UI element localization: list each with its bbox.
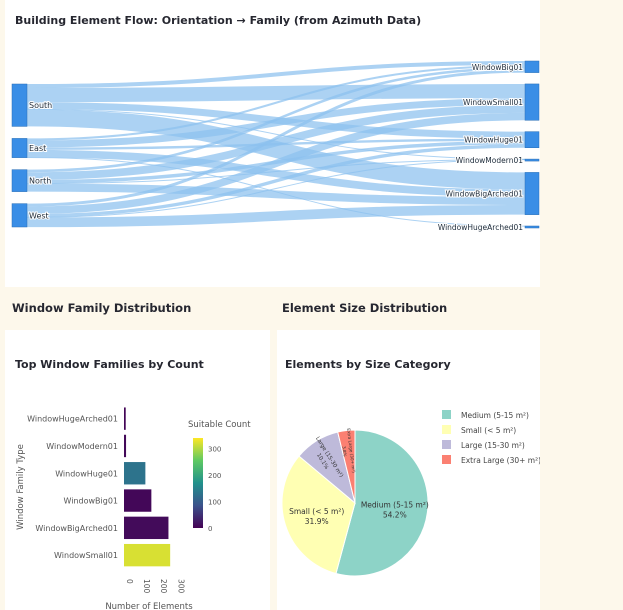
sankey-label-west: West	[29, 211, 49, 220]
colorbar-tick-300: 300	[208, 446, 221, 454]
sankey-label-windowhugearched01: WindowHugeArched01	[438, 223, 523, 232]
pie-percent-medium-5-15-m: 54.2%	[383, 510, 407, 519]
sankey-label-windowbig01: WindowBig01	[472, 63, 523, 72]
sankey-chart: South East North West WindowBig01 WindowSmall…	[11, 60, 540, 233]
pie-chart: Medium (5-15 m²)54.2%Small (< 5 m²)31.9%…	[281, 410, 540, 577]
colorbar-tick-0: 0	[208, 525, 212, 533]
sankey-label-south: South	[29, 101, 52, 110]
legend-swatch-extra-large-30-m	[442, 455, 451, 464]
sankey-node-west	[11, 203, 28, 228]
sankey-node-windowbigarched01	[524, 172, 540, 215]
bar-windowbig01	[124, 489, 152, 512]
sankey-link-south-windowsmall01	[26, 83, 526, 103]
sankey-node-north	[11, 169, 28, 192]
colorbar-tick-100: 100	[208, 499, 221, 507]
bar-windowmodern01	[124, 434, 127, 458]
bar-label-windowsmall01: WindowSmall01	[54, 551, 118, 560]
pie-card: Elements by Size Category Medium (5-15 m…	[277, 330, 540, 610]
pie-percent-small-5-m: 31.9%	[305, 517, 329, 526]
legend-label-small-5-m: Small (< 5 m²)	[461, 426, 516, 435]
sankey-label-windowmodern01: WindowModern01	[456, 156, 523, 165]
sankey-links	[26, 61, 526, 228]
sankey-node-east	[11, 138, 28, 158]
colorbar-tick-200: 200	[208, 472, 221, 480]
sankey-label-windowsmall01: WindowSmall01	[463, 98, 523, 107]
sankey-node-windowsmall01	[524, 83, 540, 121]
legend-label-medium-5-15-m: Medium (5-15 m²)	[461, 411, 529, 420]
sankey-label-windowhuge01: WindowHuge01	[464, 136, 523, 145]
family-section-title: Window Family Distribution	[12, 301, 192, 315]
bar-label-windowbig01: WindowBig01	[63, 497, 118, 506]
legend-label-extra-large-30-m: Extra Large (30+ m²)	[461, 456, 540, 465]
bar-windowsmall01	[124, 543, 171, 567]
sankey-node-windowhugearched01	[524, 225, 540, 229]
x-axis-label: Number of Elements	[105, 602, 193, 610]
colorbar-title: Suitable Count	[188, 420, 251, 430]
bar-label-windowhuge01: WindowHuge01	[55, 469, 118, 478]
pie-slice-label-small-5-m: Small (< 5 m²)	[289, 507, 344, 516]
sankey-label-east: East	[29, 144, 46, 153]
bar-windowhuge01	[124, 462, 146, 485]
legend-swatch-small-5-m	[442, 425, 451, 434]
sankey-card: Building Element Flow: Orientation → Fam…	[5, 0, 540, 287]
bar-chart: WindowHugeArched01 WindowModern01 WindowHu…	[16, 407, 251, 610]
sankey-label-windowbigarched01: WindowBigArched01	[446, 190, 524, 199]
bar-card: Top Window Families by Count WindowHugeA…	[5, 330, 270, 610]
x-tick-200: 200	[159, 579, 168, 594]
sankey-node-south	[11, 83, 28, 127]
sankey-node-windowmodern01	[524, 158, 540, 162]
legend-swatch-large-15-30-m	[442, 440, 451, 449]
sankey-node-windowbig01	[524, 60, 540, 73]
sankey-label-north: North	[29, 177, 51, 186]
pie-slice-label-medium-5-15-m: Medium (5-15 m²)	[361, 500, 429, 509]
bar-windowbigarched01	[124, 516, 169, 540]
size-section-title: Element Size Distribution	[282, 301, 448, 315]
x-tick-100: 100	[142, 579, 151, 594]
bar-windowhugearched01	[124, 407, 126, 430]
colorbar	[193, 438, 203, 528]
sankey-node-windowhuge01	[524, 131, 540, 148]
bar-label-windowhugearched01: WindowHugeArched01	[27, 415, 118, 424]
bar-label-windowmodern01: WindowModern01	[46, 442, 118, 451]
legend-swatch-medium-5-15-m	[442, 410, 451, 419]
x-tick-0: 0	[125, 579, 134, 584]
bar-label-windowbigarched01: WindowBigArched01	[35, 524, 118, 533]
x-tick-300: 300	[176, 579, 185, 594]
legend-label-large-15-30-m: Large (15-30 m²)	[461, 441, 525, 450]
y-axis-label: Window Family Type	[16, 444, 26, 530]
